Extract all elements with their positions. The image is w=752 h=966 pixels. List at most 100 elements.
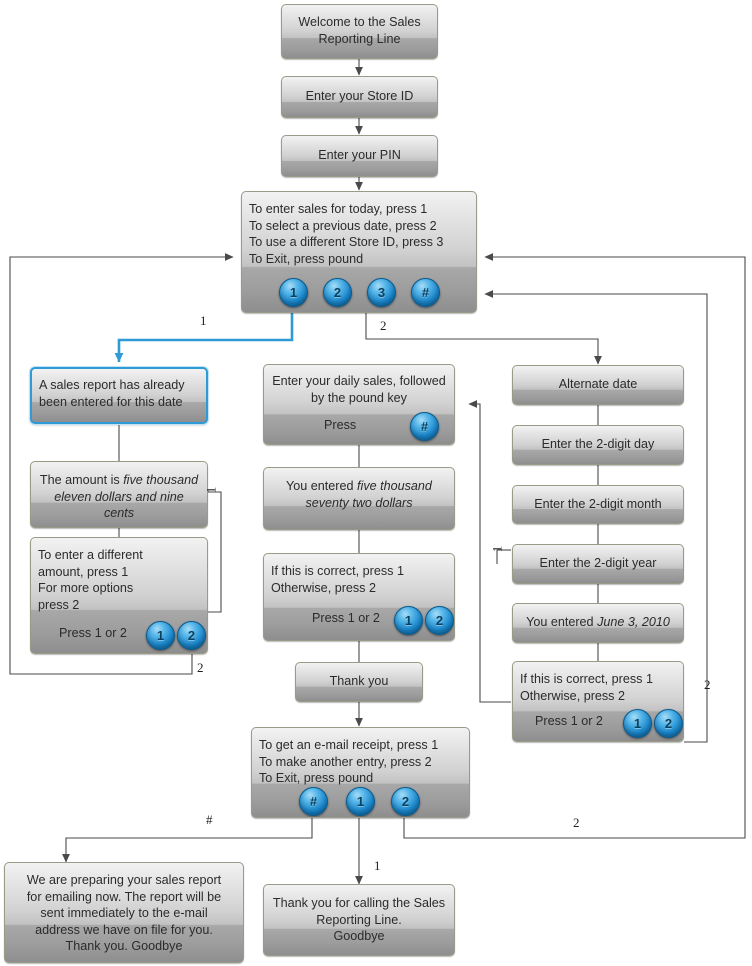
node-enter-month-text: Enter the 2-digit month <box>513 491 683 513</box>
node-you-entered-date-text: You entered June 3, 2010 <box>513 609 683 631</box>
already-entered-line2: been entered for this date <box>39 394 183 409</box>
node-enter-store-id-label: Enter your Store ID <box>305 89 414 103</box>
enter-daily-sales-line1: Enter your daily sales, followed <box>272 374 446 388</box>
confirm-amount-keylabel: Press 1 or 2 <box>312 611 380 625</box>
node-welcome-line2: Reporting Line <box>318 31 401 46</box>
node-enter-daily-sales[interactable]: Enter your daily sales, followed by the … <box>263 364 455 445</box>
edge-label-receipt-pound: # <box>206 812 213 827</box>
emailing-line1: We are preparing your sales report <box>26 873 222 887</box>
node-enter-day-text: Enter the 2-digit day <box>513 431 683 453</box>
different-amount-keylabel: Press 1 or 2 <box>59 626 127 640</box>
thank-you-label: Thank you <box>329 674 389 688</box>
node-you-entered-amount[interactable]: You entered five thousand seventy two do… <box>263 467 455 530</box>
node-enter-store-id[interactable]: Enter your Store ID <box>281 76 438 118</box>
enter-year-label: Enter the 2-digit year <box>539 556 657 570</box>
key-3[interactable]: 3 <box>367 278 396 307</box>
key-pound[interactable]: # <box>411 278 440 307</box>
main-menu-option-2: To select a previous date, press 2 <box>249 218 437 233</box>
flowchart-canvas: Welcome to the Sales Reporting Line Ente… <box>0 0 752 966</box>
node-amount-is-text: The amount is five thousand eleven dolla… <box>31 467 207 522</box>
node-confirm-amount[interactable]: If this is correct, press 1 Otherwise, p… <box>263 553 455 641</box>
different-amount-line3: For more options <box>38 581 134 595</box>
node-amount-is[interactable]: The amount is five thousand eleven dolla… <box>30 461 208 528</box>
you-entered-amount-lead: You entered <box>286 479 358 493</box>
main-menu-keypad: 1 2 3 # <box>242 272 476 312</box>
node-welcome-text: Welcome to the Sales Reporting Line <box>282 9 437 47</box>
node-receipt-menu-text: To get an e-mail receipt, press 1 To mak… <box>252 732 469 787</box>
goodbye-line2: Reporting Line. <box>316 912 402 927</box>
node-enter-daily-sales-text: Enter your daily sales, followed by the … <box>264 368 454 406</box>
amount-is-lead: The amount is <box>39 473 124 487</box>
confirm-date-keypad: Press 1 or 2 1 2 <box>513 705 683 741</box>
node-you-entered-amount-text: You entered five thousand seventy two do… <box>264 473 454 511</box>
different-amount-line1: To enter a different <box>38 548 143 562</box>
edge-label-different-amount-loop: 2 <box>197 660 204 675</box>
confirm-date-keylabel: Press 1 or 2 <box>535 714 603 728</box>
key-2[interactable]: 2 <box>654 709 683 738</box>
different-amount-line2: amount, press 1 <box>38 564 129 579</box>
key-1[interactable]: 1 <box>394 606 423 635</box>
enter-daily-sales-line2: by the pound key <box>311 390 407 405</box>
edge-label-amount-loop: 1 <box>203 486 219 494</box>
node-confirm-date-text: If this is correct, press 1 Otherwise, p… <box>513 666 683 704</box>
node-enter-day[interactable]: Enter the 2-digit day <box>512 425 684 465</box>
key-1[interactable]: 1 <box>346 787 375 816</box>
key-1[interactable]: 1 <box>279 278 308 307</box>
receipt-menu-keypad: # 1 2 <box>252 785 469 817</box>
enter-day-label: Enter the 2-digit day <box>541 437 655 451</box>
confirm-amount-keypad: Press 1 or 2 1 2 <box>264 602 454 640</box>
key-pound[interactable]: # <box>410 412 439 441</box>
node-you-entered-date[interactable]: You entered June 3, 2010 <box>512 603 684 643</box>
node-enter-year-text: Enter the 2-digit year <box>513 550 683 572</box>
edge-label-receipt-two: 2 <box>573 815 580 830</box>
key-1[interactable]: 1 <box>623 709 652 738</box>
node-goodbye[interactable]: Thank you for calling the Sales Reportin… <box>263 884 455 956</box>
key-2[interactable]: 2 <box>177 621 206 650</box>
already-entered-line1: A sales report has already <box>39 378 185 392</box>
alternate-date-label: Alternate date <box>558 377 638 391</box>
key-pound[interactable]: # <box>299 787 328 816</box>
receipt-menu-option-pound: To Exit, press pound <box>259 771 374 785</box>
node-enter-year[interactable]: Enter the 2-digit year <box>512 544 684 584</box>
you-entered-date-lead: You entered <box>526 615 598 629</box>
emailing-line4: address we have on file for you. <box>35 922 213 937</box>
emailing-line3: sent immediately to the e-mail <box>40 906 208 920</box>
node-thank-you[interactable]: Thank you <box>295 662 423 702</box>
key-1[interactable]: 1 <box>146 621 175 650</box>
emailing-line2: for emailing now. The report will be <box>26 889 222 904</box>
node-different-amount-text: To enter a different amount, press 1 For… <box>31 542 207 613</box>
node-enter-store-id-text: Enter your Store ID <box>282 83 437 105</box>
node-emailing-text: We are preparing your sales report for e… <box>5 867 243 955</box>
goodbye-line3: Goodbye <box>333 929 385 943</box>
node-already-entered[interactable]: A sales report has already been entered … <box>30 367 208 424</box>
node-already-entered-text: A sales report has already been entered … <box>32 372 206 410</box>
node-enter-month[interactable]: Enter the 2-digit month <box>512 485 684 524</box>
node-enter-pin[interactable]: Enter your PIN <box>281 135 438 177</box>
goodbye-line1: Thank you for calling the Sales <box>272 896 446 910</box>
confirm-date-line1: If this is correct, press 1 <box>520 672 653 686</box>
node-different-amount[interactable]: To enter a different amount, press 1 For… <box>30 537 208 654</box>
key-2[interactable]: 2 <box>391 787 420 816</box>
node-main-menu-text: To enter sales for today, press 1 To sel… <box>242 196 476 267</box>
key-2[interactable]: 2 <box>425 606 454 635</box>
node-alternate-date[interactable]: Alternate date <box>512 365 684 405</box>
confirm-amount-line1: If this is correct, press 1 <box>271 564 404 578</box>
node-welcome[interactable]: Welcome to the Sales Reporting Line <box>281 4 438 59</box>
main-menu-option-3: To use a different Store ID, press 3 <box>249 235 444 249</box>
confirm-date-line2: Otherwise, press 2 <box>520 688 625 703</box>
node-goodbye-text: Thank you for calling the Sales Reportin… <box>264 890 454 945</box>
edge-label-menu-to-already: 1 <box>200 313 207 328</box>
receipt-menu-option-1: To get an e-mail receipt, press 1 <box>259 738 439 752</box>
edge-label-receipt-one: 1 <box>374 858 381 873</box>
node-welcome-line1: Welcome to the Sales <box>298 15 421 29</box>
node-emailing[interactable]: We are preparing your sales report for e… <box>4 862 244 963</box>
node-enter-pin-label: Enter your PIN <box>318 148 401 162</box>
edge-label-menu-to-alternate-date: 2 <box>380 318 387 333</box>
you-entered-date-value: June 3, 2010 <box>597 615 670 629</box>
node-confirm-date[interactable]: If this is correct, press 1 Otherwise, p… <box>512 661 684 742</box>
different-amount-keypad: Press 1 or 2 1 2 <box>31 617 207 653</box>
node-thank-you-text: Thank you <box>296 668 422 690</box>
node-receipt-menu[interactable]: To get an e-mail receipt, press 1 To mak… <box>251 727 470 818</box>
key-2[interactable]: 2 <box>323 278 352 307</box>
node-main-menu[interactable]: To enter sales for today, press 1 To sel… <box>241 191 477 313</box>
